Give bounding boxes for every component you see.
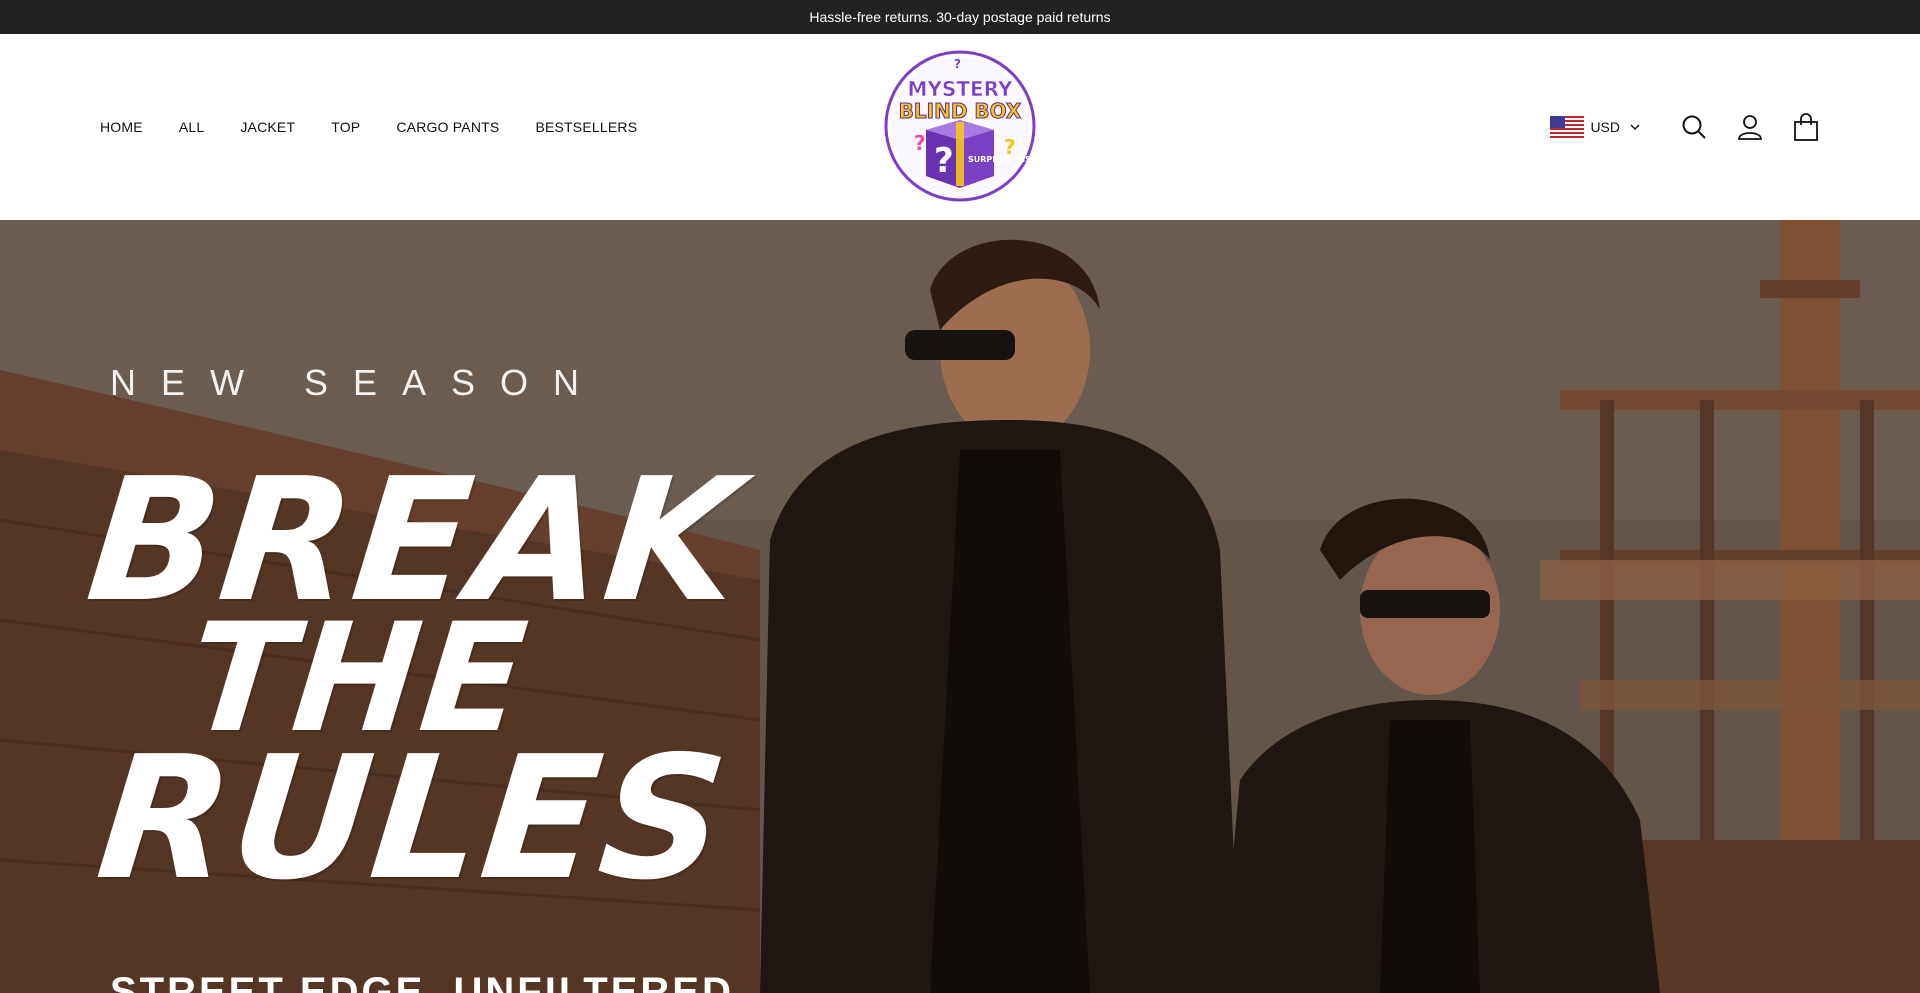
header-actions: USD bbox=[1550, 34, 1820, 220]
currency-selector[interactable]: USD bbox=[1550, 116, 1640, 138]
nav-item-bestsellers[interactable]: BESTSELLERS bbox=[535, 119, 637, 135]
announcement-bar: Hassle-free returns. 30-day postage paid… bbox=[0, 0, 1920, 34]
nav-item-top[interactable]: TOP bbox=[331, 119, 360, 135]
cart-button[interactable] bbox=[1792, 113, 1820, 141]
account-button[interactable] bbox=[1736, 113, 1764, 141]
account-icon bbox=[1738, 115, 1762, 140]
nav-item-jacket[interactable]: JACKET bbox=[240, 119, 295, 135]
announcement-text: Hassle-free returns. 30-day postage paid… bbox=[809, 9, 1111, 25]
svg-text:?: ? bbox=[954, 57, 961, 71]
nav-item-all[interactable]: ALL bbox=[179, 119, 205, 135]
svg-text:MYSTERY: MYSTERY bbox=[908, 77, 1013, 101]
nav-item-cargo-pants[interactable]: CARGO PANTS bbox=[396, 119, 499, 135]
store-logo[interactable]: ? ? ? ? SURPRISE INSIDE! MYSTERY BLIND B… bbox=[884, 50, 1050, 202]
us-flag-icon bbox=[1550, 116, 1585, 138]
cart-icon bbox=[1794, 113, 1818, 141]
hero-subheading: STREET EDGE. UNFILTERED bbox=[110, 970, 734, 993]
hero-banner[interactable]: NEW SEASON BREAK THE RULES STREET EDGE. … bbox=[0, 220, 1920, 993]
mystery-blind-box-logo: ? ? ? ? SURPRISE INSIDE! MYSTERY BLIND B… bbox=[884, 50, 1050, 202]
currency-code: USD bbox=[1590, 119, 1620, 135]
hero-eyebrow: NEW SEASON bbox=[110, 362, 605, 403]
nav-item-home[interactable]: HOME bbox=[100, 119, 143, 135]
site-header: HOME ALL JACKET TOP CARGO PANTS BESTSELL… bbox=[0, 34, 1920, 220]
svg-text:?: ? bbox=[914, 131, 926, 155]
svg-text:SURPRISE INSIDE!: SURPRISE INSIDE! bbox=[968, 155, 1036, 164]
search-icon bbox=[1682, 115, 1706, 139]
main-nav: HOME ALL JACKET TOP CARGO PANTS BESTSELL… bbox=[100, 34, 673, 220]
svg-text:?: ? bbox=[934, 141, 954, 181]
search-button[interactable] bbox=[1680, 113, 1708, 141]
chevron-down-icon bbox=[1630, 124, 1640, 130]
svg-text:BLIND BOX: BLIND BOX bbox=[899, 99, 1022, 123]
hero-headline-word: RULES bbox=[89, 720, 737, 918]
